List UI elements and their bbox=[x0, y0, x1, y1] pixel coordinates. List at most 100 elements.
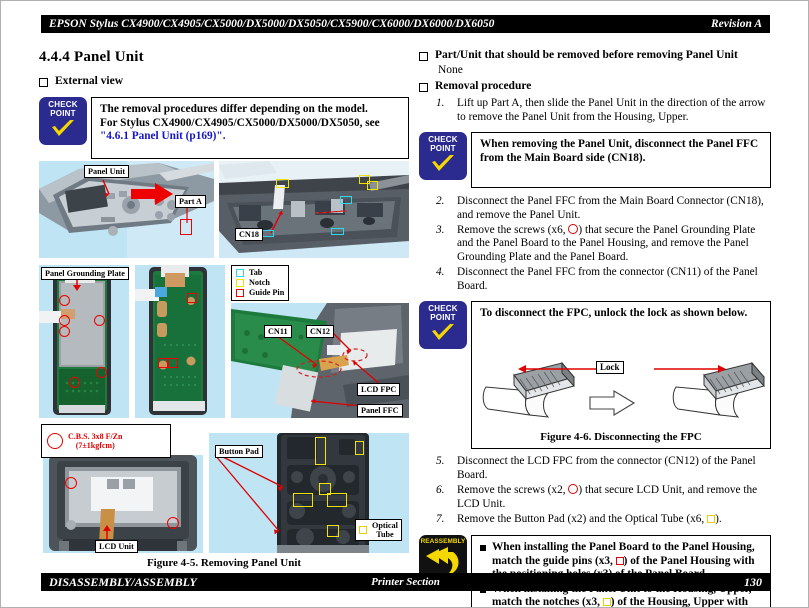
step-6-number: 6. bbox=[436, 484, 445, 497]
lock-label: Lock bbox=[596, 361, 624, 375]
page-title: 4.4.4 Panel Unit bbox=[39, 49, 144, 65]
step-6-text-a: Remove the screws (x2, bbox=[457, 484, 569, 497]
guide-pin-swatch-icon bbox=[615, 556, 624, 565]
photo-housing-upper-cn18 bbox=[219, 161, 409, 258]
legend-row-guide-pin: Guide Pin bbox=[236, 288, 284, 298]
optical-tube-label: Optical Tube bbox=[372, 521, 398, 539]
photo-panel-grounding-plate bbox=[39, 265, 129, 418]
checkmark-icon bbox=[50, 119, 76, 144]
page-header-bar: EPSON Stylus CX4900/CX4905/CX5000/DX5000… bbox=[41, 15, 770, 33]
right-column: Part/Unit that should be removed before … bbox=[419, 49, 771, 607]
photo-4-graphic bbox=[135, 265, 225, 418]
guide-pin-marker-1 bbox=[187, 293, 197, 303]
header-title: EPSON Stylus CX4900/CX4905/CX5000/DX5000… bbox=[49, 18, 495, 30]
checkpoint-1-line2-text: For Stylus CX4900/CX4905/CX5000/DX5000/D… bbox=[100, 116, 380, 129]
manual-page: EPSON Stylus CX4900/CX4905/CX5000/DX5000… bbox=[0, 0, 809, 608]
callout-panel-ffc: Panel FFC bbox=[357, 404, 403, 417]
figure-4-5-caption: Figure 4-5. Removing Panel Unit bbox=[146, 557, 302, 569]
fpc-left bbox=[482, 361, 575, 418]
step-7-text-a: Remove the Button Pad (x2) and the Optic… bbox=[457, 512, 708, 525]
callout-cn11: CN11 bbox=[264, 325, 292, 338]
checkpoint-note-3-body: To disconnect the FPC, unlock the lock a… bbox=[471, 301, 771, 350]
checkmark-icon bbox=[430, 154, 456, 179]
precondition-label: Part/Unit that should be removed before … bbox=[435, 49, 738, 61]
check-point-icon: CHECK POINT bbox=[419, 132, 467, 181]
left-column: 4.4.4 Panel Unit External view CHECK POI… bbox=[39, 49, 409, 166]
step-1: 1. Lift up Part A, then slide the Panel … bbox=[436, 97, 771, 124]
external-view-heading: External view bbox=[39, 75, 409, 87]
checkmark-icon bbox=[430, 323, 456, 348]
removal-procedure-heading: Removal procedure bbox=[419, 80, 771, 92]
screw-spec-line2: (7±1kgfcm) bbox=[75, 441, 115, 450]
figure-4-6-box: Lock Figure 4-6. Disconnecting the FPC bbox=[471, 349, 771, 450]
checkpoint-1-line1: The removal procedures differ depending … bbox=[100, 103, 368, 115]
optical-tube-marker-4 bbox=[293, 493, 313, 507]
legend-row-notch: Notch bbox=[236, 278, 284, 288]
reassembly-icon-wrap: REASSEMBLY bbox=[419, 535, 471, 607]
screw-marker-2 bbox=[59, 315, 70, 326]
step-3-text: Remove the screws (x6, ) that secure the… bbox=[457, 223, 771, 265]
step-2-number: 2. bbox=[436, 195, 445, 208]
step-6: 6. Remove the screws (x2, ) that secure … bbox=[436, 484, 771, 511]
optical-tube-swatch-icon bbox=[359, 526, 367, 534]
step-4-number: 4. bbox=[436, 266, 445, 279]
step-5-text: Disconnect the LCD FPC from the connecto… bbox=[457, 455, 756, 481]
figure-4-6-caption: Figure 4-6. Disconnecting the FPC bbox=[540, 431, 702, 444]
steps-group-1: 1. Lift up Part A, then slide the Panel … bbox=[436, 97, 771, 124]
callout-part-a: Part A bbox=[175, 195, 206, 208]
transition-arrow-icon bbox=[589, 390, 636, 417]
checkpoint-note-3: CHECK POINT To disconnect the FPC, unloc… bbox=[419, 301, 771, 350]
optical-tube-marker-2 bbox=[355, 441, 364, 455]
legend-row-tab: Tab bbox=[236, 268, 284, 278]
screw-spec-line1: C.B.S. 3x8 F/Zn bbox=[68, 431, 123, 441]
callout-lcd-unit: LCD Unit bbox=[95, 540, 138, 553]
callout-panel-unit: Panel Unit bbox=[84, 165, 130, 178]
step-3-text-a: Remove the screws (x6, bbox=[457, 223, 569, 236]
panel-unit-reference-link[interactable]: "4.6.1 Panel Unit (p169)". bbox=[100, 130, 226, 142]
photo-2-leader-lines bbox=[270, 210, 344, 234]
lcd-screw-marker-2 bbox=[167, 517, 179, 529]
screw-circle-icon bbox=[568, 484, 579, 495]
step-1-text: Lift up Part A, then slide the Panel Uni… bbox=[457, 97, 766, 123]
notch-marker-3 bbox=[367, 181, 378, 190]
legend-label-notch: Notch bbox=[249, 278, 270, 287]
callout-cn18: CN18 bbox=[235, 228, 264, 241]
reassembly-note: REASSEMBLY When installing the Panel Boa… bbox=[419, 535, 771, 607]
step-7-number: 7. bbox=[436, 512, 445, 525]
check-point-icon: CHECK POINT bbox=[419, 301, 467, 350]
guide-pin-swatch-icon bbox=[236, 289, 244, 297]
screw-marker-1 bbox=[59, 295, 70, 306]
guide-pin-marker-2 bbox=[158, 358, 168, 368]
photo-5-leader-lines bbox=[272, 332, 382, 408]
step-4: 4. Disconnect the Panel FFC from the con… bbox=[436, 266, 771, 293]
callout-lcd-fpc: LCD FPC bbox=[357, 383, 401, 396]
removal-procedure-label: Removal procedure bbox=[435, 80, 532, 92]
screw-marker-5 bbox=[96, 367, 107, 378]
checkpoint-note-1: CHECK POINT The removal procedures diffe… bbox=[39, 97, 409, 159]
checkpoint-icon-line2: POINT bbox=[430, 143, 456, 153]
reassembly-icon-label: REASSEMBLY bbox=[420, 538, 466, 546]
check-point-icon: CHECK POINT bbox=[39, 97, 87, 145]
part-a-marker bbox=[180, 219, 192, 235]
step-7-text: Remove the Button Pad (x2) and the Optic… bbox=[457, 513, 771, 527]
checkpoint-1-line2: For Stylus CX4900/CX4905/CX5000/DX5000/D… bbox=[100, 117, 401, 144]
precondition-heading: Part/Unit that should be removed before … bbox=[419, 49, 771, 61]
checkpoint-icon-line2: POINT bbox=[430, 312, 456, 322]
checkpoint-icon-wrap-3: CHECK POINT bbox=[419, 301, 471, 350]
optical-tube-line2: Tube bbox=[376, 530, 394, 539]
tab-marker-3 bbox=[331, 228, 344, 235]
callout-optical-tube: Optical Tube bbox=[355, 519, 402, 541]
footer-page-number: 130 bbox=[744, 574, 762, 589]
page-footer-bar: DISASSEMBLY/ASSEMBLY Printer Section 130 bbox=[41, 573, 770, 591]
red-slide-arrow-icon bbox=[131, 183, 173, 205]
screw-marker-4 bbox=[94, 315, 105, 326]
legend-label-tab: Tab bbox=[249, 268, 263, 277]
notch-swatch-icon bbox=[602, 598, 611, 607]
step-5-number: 5. bbox=[436, 455, 445, 468]
header-revision: Revision A bbox=[710, 18, 762, 30]
square-bullet-icon bbox=[39, 78, 48, 87]
guide-pin-marker-3 bbox=[168, 358, 178, 368]
lcd-screw-marker-1 bbox=[65, 477, 77, 489]
precondition-value: None bbox=[438, 64, 463, 76]
tab-marker-1 bbox=[340, 196, 352, 204]
